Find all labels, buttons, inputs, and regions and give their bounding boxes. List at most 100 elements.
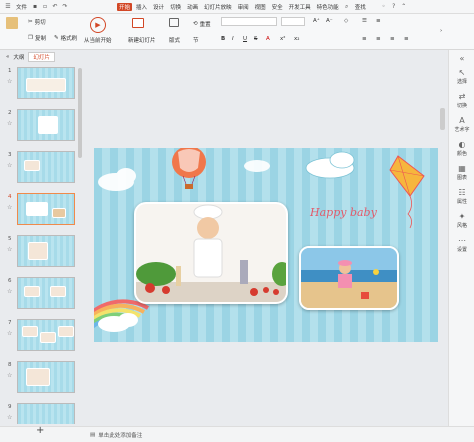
font-shrink-icon[interactable]: A⁻ — [326, 18, 333, 24]
font-grow-icon[interactable]: A⁺ — [313, 18, 320, 24]
right-sidebar: « ↖ 选择 ⇄ 切换 A 艺术字 ◐ 颜色 ▦ 图表 ☷ 属性 ✦ 风格 ⋯ 设置 — [448, 50, 474, 426]
sidebar-expand-icon[interactable]: « — [449, 54, 474, 64]
underline-icon[interactable]: U — [243, 36, 247, 42]
help-icon[interactable]: ? — [390, 3, 398, 11]
slide-title[interactable]: Happy baby — [310, 206, 377, 219]
format-painter-button[interactable]: ✎ 格式刷 — [54, 34, 77, 42]
tab-features[interactable]: 特色功能 — [315, 3, 341, 11]
copy-button[interactable]: ❐ 复制 — [28, 34, 46, 42]
chef-child-photo[interactable] — [134, 202, 288, 304]
file-menu[interactable]: 文件 — [14, 3, 29, 11]
bullet-list-icon[interactable]: ☰ — [362, 18, 367, 24]
sidebar-label: 选择 — [456, 79, 467, 85]
notes-bar[interactable]: ▤ 单击此处添加备注 — [86, 426, 474, 442]
tab-home[interactable]: 开始 — [117, 2, 133, 11]
layout-icon[interactable] — [169, 18, 179, 27]
sidebar-label: 颜色 — [456, 151, 467, 157]
align-right-icon[interactable]: ≡ — [390, 36, 395, 42]
paste-button[interactable] — [6, 17, 18, 29]
strikethrough-icon[interactable]: S — [254, 36, 258, 42]
paste-icon — [6, 17, 18, 29]
italic-icon[interactable]: I — [232, 36, 234, 42]
slide-thumbnail[interactable]: 5 ☆ — [0, 232, 84, 272]
sidebar-label: 属性 — [456, 199, 467, 205]
sidebar-label: 风格 — [456, 223, 467, 229]
sidebar-item-select[interactable]: ↖ 选择 — [449, 68, 474, 85]
slide-thumbnail[interactable]: 3 ☆ — [0, 148, 84, 188]
slide-number: 5 — [8, 236, 12, 242]
beach-child-photo[interactable] — [299, 246, 399, 310]
clear-format-icon[interactable]: ◇ — [344, 18, 348, 24]
subscript-icon[interactable]: x₂ — [294, 36, 299, 42]
thumbnail-scrollbar[interactable] — [78, 68, 82, 158]
thumbnail-image — [17, 277, 75, 309]
layout-button[interactable]: 版式 — [169, 36, 180, 44]
sidebar-item-chart[interactable]: ▦ 图表 — [449, 164, 474, 181]
slide-thumbnail[interactable]: 8 ☆ — [0, 358, 84, 398]
tab-slideshow[interactable]: 幻灯片放映 — [202, 3, 234, 11]
numbered-list-icon[interactable]: ≡ — [376, 18, 381, 24]
sidebar-item-transition[interactable]: ⇄ 切换 — [449, 92, 474, 109]
tab-animation[interactable]: 动画 — [185, 3, 200, 11]
sidebar-item-color[interactable]: ◐ 颜色 — [449, 140, 474, 157]
tab-design[interactable]: 设计 — [151, 3, 166, 11]
slide-thumbnail[interactable]: 7 ☆ — [0, 316, 84, 356]
chevron-up-icon[interactable]: ⌃ — [400, 3, 408, 11]
tab-slides[interactable]: 幻灯片 — [28, 52, 55, 62]
canvas-scrollbar[interactable] — [440, 108, 445, 130]
ribbon-more-icon[interactable]: › — [440, 28, 442, 34]
tab-transitions[interactable]: 切换 — [168, 3, 183, 11]
sidebar-item-wordart[interactable]: A 艺术字 — [449, 116, 474, 133]
star-icon: ☆ — [7, 330, 13, 337]
section-button[interactable]: 节 — [193, 36, 199, 44]
tab-developer[interactable]: 开发工具 — [287, 3, 313, 11]
slide-thumbnail-selected[interactable]: 4 ☆ — [0, 190, 84, 230]
search-label[interactable]: 查找 — [353, 3, 368, 11]
justify-icon[interactable]: ≡ — [404, 36, 409, 42]
slide-number: 7 — [8, 320, 12, 326]
print-icon[interactable]: ▫ — [41, 3, 49, 11]
slide-number: 8 — [8, 362, 12, 368]
tab-review[interactable]: 审阅 — [236, 3, 251, 11]
more-dots-icon: ⋯ — [458, 236, 466, 245]
tab-view[interactable]: 视图 — [253, 3, 268, 11]
slide-thumbnail[interactable]: 1 ☆ — [0, 64, 84, 104]
copy-icon: ❐ — [28, 35, 33, 41]
new-slide-button[interactable]: 新建幻灯片 — [128, 36, 156, 44]
align-left-icon[interactable]: ≡ — [362, 36, 367, 42]
star-icon: ☆ — [7, 120, 13, 127]
undo-icon[interactable]: ↶ — [51, 3, 59, 11]
superscript-icon[interactable]: x² — [280, 36, 285, 42]
new-slide-icon[interactable] — [132, 18, 144, 28]
slide-thumbnail[interactable]: 2 ☆ — [0, 106, 84, 146]
align-center-icon[interactable]: ≡ — [376, 36, 381, 42]
tab-insert[interactable]: 插入 — [134, 3, 149, 11]
tab-outline[interactable]: 大纲 — [13, 53, 24, 61]
tab-security[interactable]: 安全 — [270, 3, 285, 11]
slide-canvas[interactable]: Happy baby — [94, 148, 438, 342]
slide-thumbnail[interactable]: 9 ☆ — [0, 400, 84, 424]
font-size-select[interactable] — [281, 17, 305, 26]
cloud-left-icon — [98, 168, 136, 191]
cut-button[interactable]: ✂ 剪切 — [28, 18, 46, 26]
menu-icon[interactable]: ☰ — [4, 3, 12, 11]
reset-button[interactable]: ⟲ 重置 — [193, 20, 211, 28]
more-icon[interactable]: ◦ — [380, 3, 388, 11]
slide-thumbnail[interactable]: 6 ☆ — [0, 274, 84, 314]
play-icon[interactable]: ▶ — [90, 17, 106, 33]
from-current-button[interactable]: 从当前开始 — [84, 36, 112, 44]
sidebar-item-style[interactable]: ✦ 风格 — [449, 212, 474, 229]
font-color-icon[interactable]: A — [266, 36, 270, 42]
save-icon[interactable]: ▪ — [31, 3, 39, 11]
sidebar-item-properties[interactable]: ☷ 属性 — [449, 188, 474, 205]
star-icon: ☆ — [7, 372, 13, 379]
cut-label: 剪切 — [34, 20, 46, 26]
redo-icon[interactable]: ↷ — [61, 3, 69, 11]
panel-collapse-icon[interactable]: « — [6, 54, 9, 60]
sidebar-item-settings[interactable]: ⋯ 设置 — [449, 236, 474, 253]
add-slide-button[interactable]: + — [36, 425, 44, 436]
panel-tabs: « 大纲 幻灯片 — [0, 50, 84, 64]
search-icon[interactable]: ⌕ — [343, 3, 351, 11]
bold-icon[interactable]: B — [221, 36, 225, 42]
font-family-select[interactable] — [221, 17, 277, 26]
